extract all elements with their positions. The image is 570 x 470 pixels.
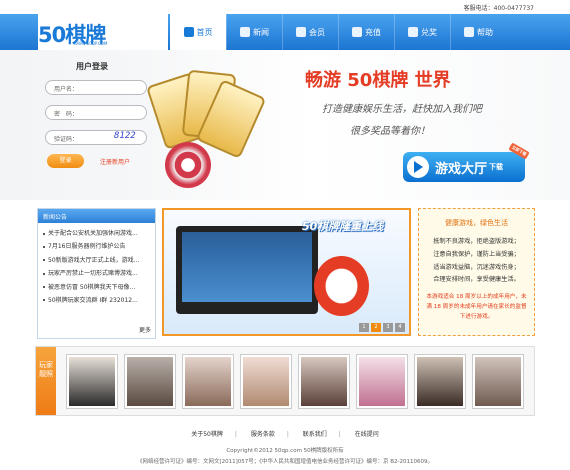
nav-label: 兑奖 <box>421 27 437 37</box>
slide-indicators: 1 2 3 4 <box>357 323 405 332</box>
banner-title: 50棋牌隆重上线 <box>302 220 384 233</box>
game-screenshot <box>182 232 312 302</box>
main-nav: 首页 新闻 会员 充值 兑奖 帮助 <box>170 14 506 50</box>
news-panel: 新闻公告 关于配合公安机关加强休闲游戏... 7月16日服务器例行维护公告 50… <box>37 208 156 339</box>
health-line: 抵制不良游戏，拒绝盗版游戏； <box>433 238 520 245</box>
register-link[interactable]: 注册新用户 <box>100 157 130 166</box>
hero-headline: 畅游 50棋牌 世界 <box>305 70 451 91</box>
logo[interactable]: 50棋牌 WWW.50QP.COM <box>38 14 168 50</box>
copyright: Copyright©2012 50qp.com 50棋牌版权所有 <box>226 448 344 454</box>
player-photo[interactable] <box>240 354 292 409</box>
poker-cards-illustration <box>145 58 295 198</box>
player-photo[interactable] <box>182 354 234 409</box>
player-photo[interactable] <box>356 354 408 409</box>
nav-label: 充值 <box>365 27 381 37</box>
news-icon <box>240 27 250 37</box>
help-icon <box>464 27 474 37</box>
home-icon <box>183 27 194 37</box>
nav-label: 首页 <box>196 27 213 37</box>
player-photo[interactable] <box>66 354 118 409</box>
hall-suffix: 下载 <box>489 163 504 171</box>
nav-label: 帮助 <box>477 27 493 37</box>
footer-link-terms[interactable]: 服务条款 <box>251 431 275 438</box>
promo-banner[interactable]: 50棋牌隆重上线 1 2 3 4 <box>162 208 411 336</box>
mascot-image <box>314 256 369 316</box>
player-photo[interactable] <box>472 354 524 409</box>
hall-label: 游戏大厅 <box>435 161 488 177</box>
player-photo[interactable] <box>124 354 176 409</box>
hero-subtagline: 很多奖品等着你！ <box>350 126 430 137</box>
news-item[interactable]: 7月16日服务器例行维护公告 <box>43 241 151 254</box>
username-field[interactable]: 用户名： <box>45 80 147 95</box>
slide-dot[interactable]: 1 <box>359 323 369 332</box>
news-list: 关于配合公安机关加强休闲游戏... 7月16日服务器例行维护公告 50新版游戏大… <box>38 223 155 308</box>
nav-members[interactable]: 会员 <box>282 14 338 50</box>
news-title: 新闻公告 <box>38 209 155 223</box>
captcha-image[interactable]: 8122 <box>114 131 144 143</box>
gift-icon <box>408 27 418 37</box>
recharge-icon <box>352 27 362 37</box>
password-field[interactable]: 密 码： <box>45 105 147 120</box>
news-more-link[interactable]: 更多 <box>139 325 151 334</box>
nav-help[interactable]: 帮助 <box>450 14 506 50</box>
top-bar: 客服电话：400-0477737 <box>0 0 570 14</box>
play-icon <box>407 156 429 178</box>
player-photo[interactable] <box>414 354 466 409</box>
footer-link-about[interactable]: 关于50棋牌 <box>191 431 223 438</box>
game-hall-download-button[interactable]: 游戏大厅 下载 立即下载 <box>403 142 530 182</box>
slide-dot[interactable]: 3 <box>383 323 393 332</box>
slide-dot[interactable]: 4 <box>395 323 405 332</box>
service-phone: 客服电话：400-0477737 <box>463 5 534 12</box>
logo-subtext: WWW.50QP.COM <box>74 41 108 46</box>
gallery-tag: 玩家靓照 <box>36 347 56 415</box>
footer-links: 关于50棋牌 | 服务条款 | 联系我们 | 在线提问 <box>191 431 379 438</box>
news-item[interactable]: 50新版游戏大厅正式上线，游戏... <box>43 255 151 268</box>
nav-label: 新闻 <box>253 27 269 37</box>
nav-redeem[interactable]: 兑奖 <box>394 14 450 50</box>
nav-recharge[interactable]: 充值 <box>338 14 394 50</box>
nav-label: 会员 <box>309 27 325 37</box>
login-title: 用户登录 <box>76 62 108 71</box>
health-line: 合理安排时间，享受健康生活。 <box>433 276 520 284</box>
members-icon <box>296 27 306 37</box>
footer-link-faq[interactable]: 在线提问 <box>355 431 379 438</box>
news-item[interactable]: 被恶意仿冒 50棋牌我天下母像... <box>43 282 151 295</box>
license-info: 《网络经营许可证》编号：文网文[2011]057号；《中华人民共和国增值电信业务… <box>136 459 434 465</box>
poker-chip <box>165 142 211 188</box>
login-button[interactable]: 登录 <box>47 154 84 168</box>
nav-home[interactable]: 首页 <box>170 14 226 50</box>
player-photo-gallery: 玩家靓照 <box>35 346 535 416</box>
footer-link-contact[interactable]: 联系我们 <box>303 431 327 438</box>
news-item[interactable]: 玩家严厉禁止一切形式赌博游戏... <box>43 268 151 281</box>
health-title: 健康游戏，绿色生活 <box>445 219 508 227</box>
monitor-image <box>176 226 318 314</box>
news-item[interactable]: 50棋牌玩家交流群 I群 232012... <box>43 295 151 308</box>
news-item[interactable]: 关于配合公安机关加强休闲游戏... <box>43 228 151 241</box>
healthy-gaming-notice: 健康游戏，绿色生活 抵制不良游戏，拒绝盗版游戏； 注意自我保护，谨防上当受骗； … <box>418 208 535 336</box>
nav-news[interactable]: 新闻 <box>226 14 282 50</box>
health-line: 注意自我保护，谨防上当受骗； <box>433 250 520 258</box>
hero-tagline: 打造健康娱乐生活，赶快加入我们吧 <box>322 104 482 115</box>
health-line: 适当游戏益脑，沉迷游戏伤身； <box>433 263 520 271</box>
slide-dot-active[interactable]: 2 <box>371 323 381 332</box>
player-photo[interactable] <box>298 354 350 409</box>
age-notice: 本游戏适合 18 周岁以上的成年用户，未满 18 周岁的未成年用户请在家长的监督… <box>426 294 527 321</box>
